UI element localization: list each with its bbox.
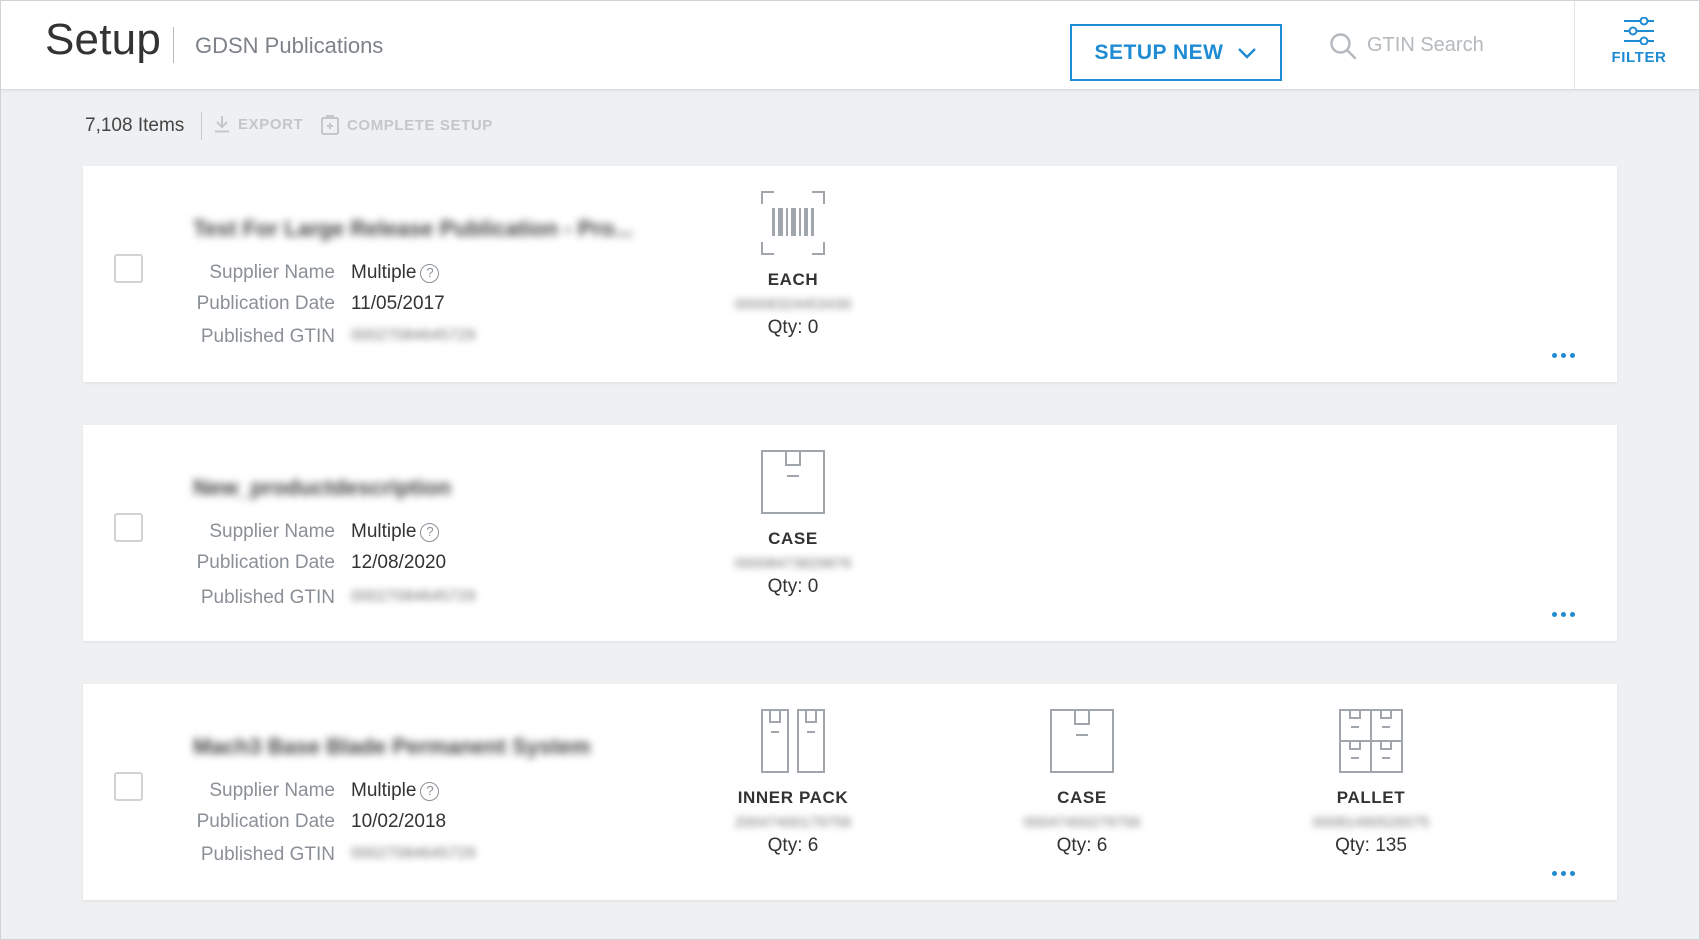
inner-pack-icon — [761, 709, 825, 773]
supplier-value-text: Multiple — [351, 780, 417, 801]
supplier-value-text: Multiple — [351, 521, 417, 542]
publication-date-label: Publication Date — [196, 811, 335, 832]
more-options-button[interactable] — [1550, 606, 1577, 623]
package-gtin: 00006324453430 — [734, 296, 852, 313]
package-case: CASE 00008473829876 Qty: 0 — [683, 449, 903, 598]
more-options-button[interactable] — [1550, 865, 1577, 882]
publication-date-value: 11/05/2017 — [351, 293, 445, 314]
sliders-icon — [1624, 17, 1654, 45]
item-count: 7,108 Items — [85, 115, 185, 136]
top-header: Setup GDSN Publications SETUP NEW FILTER — [1, 1, 1699, 90]
app-frame: Setup GDSN Publications SETUP NEW FILTER — [0, 0, 1700, 940]
package-qty: Qty: 6 — [1056, 835, 1108, 856]
page-title: Setup — [45, 15, 161, 64]
chevron-down-icon — [1238, 47, 1257, 59]
package-qty: Qty: 0 — [767, 576, 819, 597]
item-name[interactable]: Mach3 Base Blade Permanent System — [193, 734, 590, 760]
complete-setup-button[interactable]: COMPLETE SETUP — [321, 115, 493, 135]
header-divider — [1574, 1, 1575, 90]
package-gtin: 00081490526575 — [1312, 814, 1430, 831]
export-button[interactable]: EXPORT — [214, 115, 303, 133]
help-icon[interactable]: ? — [420, 264, 440, 283]
supplier-name-value: Multiple? — [351, 521, 440, 543]
setup-new-button[interactable]: SETUP NEW — [1070, 24, 1282, 81]
complete-setup-label: COMPLETE SETUP — [347, 116, 493, 134]
package-type: PALLET — [1336, 788, 1406, 807]
package-qty: Qty: 6 — [767, 835, 819, 856]
publication-date-label: Publication Date — [196, 293, 335, 314]
publication-date-value: 10/02/2018 — [351, 811, 447, 832]
publication-date-label: Publication Date — [196, 552, 335, 573]
package-qty: Qty: 135 — [1335, 835, 1407, 856]
select-checkbox[interactable] — [114, 254, 143, 283]
publication-card: New_productdescription Supplier Name Mul… — [83, 425, 1617, 641]
pallet-icon — [1339, 709, 1403, 773]
package-type: EACH — [767, 270, 819, 289]
search-icon[interactable] — [1329, 32, 1357, 60]
package-type: CASE — [1057, 788, 1107, 807]
supplier-name-label: Supplier Name — [209, 521, 335, 542]
help-icon[interactable]: ? — [420, 782, 440, 801]
page-subtitle: GDSN Publications — [195, 33, 384, 58]
package-pallet: PALLET 00081490526575 Qty: 135 — [1261, 708, 1481, 857]
help-icon[interactable]: ? — [420, 523, 440, 542]
supplier-name-value: Multiple? — [351, 780, 440, 802]
item-name[interactable]: Test For Large Release Publication - Pro… — [193, 216, 633, 242]
supplier-name-value: Multiple? — [351, 262, 440, 284]
export-label: EXPORT — [238, 115, 304, 133]
case-box-icon — [761, 450, 825, 514]
select-checkbox[interactable] — [114, 772, 143, 801]
published-gtin-value: 00027084645729 — [351, 588, 476, 605]
package-case: CASE 00047400279756 Qty: 6 — [972, 708, 1192, 857]
select-checkbox[interactable] — [114, 513, 143, 542]
title-divider — [173, 27, 174, 63]
publication-card: Mach3 Base Blade Permanent System Suppli… — [83, 684, 1617, 900]
publication-date-value: 12/08/2020 — [351, 552, 447, 573]
published-gtin-label: Published GTIN — [200, 326, 335, 347]
more-options-button[interactable] — [1550, 347, 1577, 364]
published-gtin-value: 00027084645729 — [351, 845, 476, 862]
published-gtin-value: 00027084645729 — [351, 327, 476, 344]
download-icon — [215, 116, 229, 133]
barcode-icon — [761, 191, 825, 255]
package-gtin: 00047400279756 — [1023, 814, 1141, 831]
published-gtin-label: Published GTIN — [200, 587, 335, 608]
package-gtin: 00008473829876 — [734, 555, 852, 572]
package-inner-pack: INNER PACK 20047400179756 Qty: 6 — [683, 708, 903, 857]
supplier-name-label: Supplier Name — [209, 262, 335, 283]
filter-button[interactable]: FILTER — [1601, 17, 1677, 77]
case-box-icon — [1050, 709, 1114, 773]
package-each: EACH 00006324453430 Qty: 0 — [683, 190, 903, 339]
package-qty: Qty: 0 — [767, 317, 819, 338]
toolbar-divider — [201, 112, 202, 140]
setup-new-label: SETUP NEW — [1094, 40, 1224, 64]
supplier-name-label: Supplier Name — [209, 780, 335, 801]
supplier-value-text: Multiple — [351, 262, 417, 283]
package-type: CASE — [768, 529, 818, 548]
package-type: INNER PACK — [737, 788, 849, 807]
publication-card: Test For Large Release Publication - Pro… — [83, 166, 1617, 382]
item-name[interactable]: New_productdescription — [193, 475, 451, 501]
filter-label: FILTER — [1611, 49, 1667, 66]
published-gtin-label: Published GTIN — [200, 844, 335, 865]
package-gtin: 20047400179756 — [734, 814, 852, 831]
complete-setup-icon — [321, 115, 339, 135]
gtin-search-input[interactable] — [1367, 28, 1547, 62]
